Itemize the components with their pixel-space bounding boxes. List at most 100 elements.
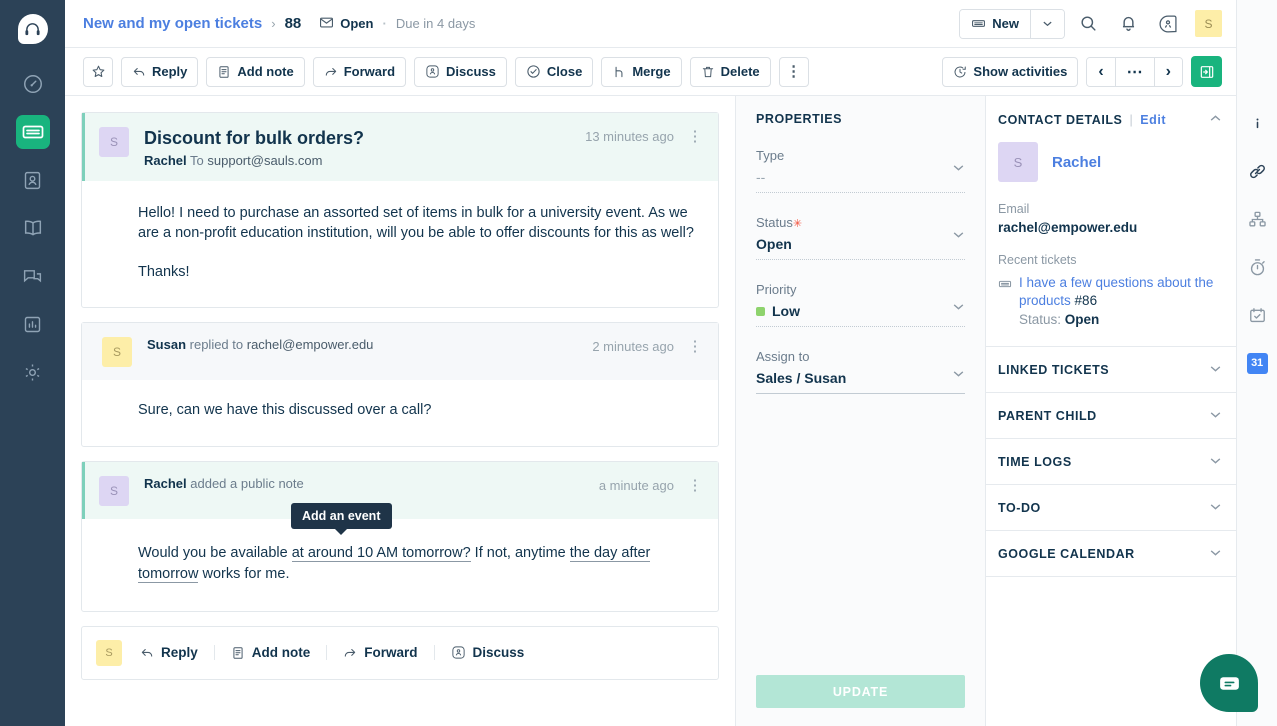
show-activities-button[interactable]: Show activities xyxy=(942,57,1078,87)
type-select[interactable]: -- xyxy=(756,169,965,193)
star-icon[interactable] xyxy=(83,57,113,87)
prev-ticket-button[interactable]: ‹ xyxy=(1087,58,1114,86)
avatar: S xyxy=(998,142,1038,182)
info-icon[interactable] xyxy=(1242,108,1272,138)
section-google-calendar[interactable]: GOOGLE CALENDAR xyxy=(986,530,1236,577)
new-button[interactable]: New xyxy=(960,10,1030,38)
delete-button[interactable]: Delete xyxy=(690,57,771,87)
reply-arrow-icon xyxy=(132,65,146,79)
ticket-status-text: Open xyxy=(340,16,373,31)
link-icon[interactable] xyxy=(1242,156,1272,186)
field-status: Status✳ Open xyxy=(756,215,965,260)
update-button-wrap: UPDATE xyxy=(756,675,965,726)
email-label: Email xyxy=(998,202,1222,216)
forward-arrow-icon xyxy=(343,646,357,660)
add-note-button-label: Add note xyxy=(237,64,293,79)
recent-ticket-row: I have a few questions about the product… xyxy=(998,274,1222,330)
discuss-icon xyxy=(451,645,466,660)
new-dropdown-caret[interactable] xyxy=(1030,10,1064,38)
sidebar-item-contacts[interactable] xyxy=(16,163,50,197)
message-menu-button[interactable]: ⋮ xyxy=(686,476,704,493)
breadcrumb-view-link[interactable]: New and my open tickets xyxy=(83,15,262,32)
hierarchy-icon[interactable] xyxy=(1242,204,1272,234)
update-button[interactable]: UPDATE xyxy=(756,675,965,708)
section-label: PARENT CHILD xyxy=(998,409,1097,423)
show-activities-label: Show activities xyxy=(973,64,1067,79)
message-timestamp: a minute ago xyxy=(599,476,674,493)
contact-details-body: S Rachel Email rachel@empower.edu Recent… xyxy=(986,142,1236,346)
user-avatar[interactable]: S xyxy=(1195,10,1222,37)
more-actions-button[interactable]: ⋮ xyxy=(779,57,809,87)
new-ticket-group: New xyxy=(959,9,1065,39)
recent-ticket-text: I have a few questions about the product… xyxy=(1019,274,1222,330)
pager-ellipsis-button[interactable]: ⋯ xyxy=(1115,58,1154,86)
chevron-down-icon xyxy=(1209,408,1222,424)
message-header-main: Rachel added a public note xyxy=(144,476,589,491)
section-parent-child[interactable]: PARENT CHILD xyxy=(986,392,1236,438)
recent-ticket-status-label: Status: xyxy=(1019,312,1061,327)
section-linked-tickets[interactable]: LINKED TICKETS xyxy=(986,346,1236,392)
discuss-button-footer[interactable]: Discuss xyxy=(434,645,541,660)
message-paragraph: Thanks! xyxy=(138,262,704,283)
reply-button[interactable]: Reply xyxy=(121,57,198,87)
reply-button-footer[interactable]: Reply xyxy=(140,645,214,660)
avatar: S xyxy=(96,640,122,666)
panel-toggle-icon[interactable] xyxy=(1191,56,1222,87)
bell-icon[interactable] xyxy=(1111,7,1145,41)
sidebar-item-settings[interactable] xyxy=(16,355,50,389)
chat-widget-button[interactable] xyxy=(1200,654,1258,712)
headset-logo[interactable] xyxy=(18,14,48,44)
priority-select[interactable]: Low xyxy=(756,303,965,327)
section-time-logs[interactable]: TIME LOGS xyxy=(986,438,1236,484)
message-menu-button[interactable]: ⋮ xyxy=(686,127,704,144)
left-sidebar xyxy=(0,0,65,726)
message-author: Susan xyxy=(147,337,186,352)
ticket-icon xyxy=(971,16,986,31)
ticket-icon xyxy=(998,274,1012,330)
sidebar-item-reports[interactable] xyxy=(16,307,50,341)
chevron-up-icon[interactable] xyxy=(1209,112,1222,128)
message-timestamp: 13 minutes ago xyxy=(585,127,674,144)
edit-contact-link[interactable]: Edit xyxy=(1140,113,1166,127)
next-ticket-button[interactable]: › xyxy=(1154,58,1182,86)
discuss-button[interactable]: Discuss xyxy=(414,57,507,87)
assign-to-select[interactable]: Sales / Susan xyxy=(756,370,965,394)
sidebar-item-chat[interactable] xyxy=(16,259,50,293)
field-label: Assign to xyxy=(756,349,965,364)
top-bar: New and my open tickets › 88 Open · Due … xyxy=(65,0,1236,48)
reply-action-bar: S Reply Add note xyxy=(81,626,719,680)
apps-icon[interactable] xyxy=(1151,7,1185,41)
add-note-button[interactable]: Add note xyxy=(206,57,304,87)
chat-icon-lines xyxy=(1217,671,1242,696)
google-calendar-icon[interactable]: 31 xyxy=(1242,348,1272,378)
message-menu-button[interactable]: ⋮ xyxy=(686,337,704,354)
section-label: GOOGLE CALENDAR xyxy=(998,547,1135,561)
close-button[interactable]: Close xyxy=(515,57,593,87)
priority-swatch xyxy=(756,307,765,316)
message-meta: Rachel To support@sauls.com xyxy=(144,153,575,168)
forward-button[interactable]: Forward xyxy=(313,57,406,87)
add-note-button-footer[interactable]: Add note xyxy=(214,645,327,660)
sidebar-item-tickets[interactable] xyxy=(16,115,50,149)
forward-button-footer[interactable]: Forward xyxy=(326,645,433,660)
field-label: Priority xyxy=(756,282,965,297)
section-to-do[interactable]: TO-DO xyxy=(986,484,1236,530)
note-detected-time[interactable]: at around 10 AM tomorrow? xyxy=(292,545,471,562)
status-select[interactable]: Open xyxy=(756,236,965,260)
message-recipient: rachel@empower.edu xyxy=(247,337,374,352)
field-label: Status✳ xyxy=(756,215,965,230)
recent-ticket-link[interactable]: I have a few questions about the product… xyxy=(1019,275,1213,308)
stopwatch-icon[interactable] xyxy=(1242,252,1272,282)
sidebar-item-dashboard[interactable] xyxy=(16,67,50,101)
merge-button[interactable]: Merge xyxy=(601,57,681,87)
sidebar-item-knowledge-base[interactable] xyxy=(16,211,50,245)
message-paragraph: Sure, can we have this discussed over a … xyxy=(138,400,704,421)
message-meta: Rachel added a public note xyxy=(144,476,589,491)
contact-name-link[interactable]: Rachel xyxy=(1052,154,1101,171)
contact-details-title: CONTACT DETAILS xyxy=(998,113,1122,127)
note-icon xyxy=(217,65,231,79)
todo-icon[interactable] xyxy=(1242,300,1272,330)
contact-header-separator: | xyxy=(1129,113,1133,127)
search-icon[interactable] xyxy=(1071,7,1105,41)
message-header: S Discount for bulk orders? Rachel To su… xyxy=(82,113,718,181)
